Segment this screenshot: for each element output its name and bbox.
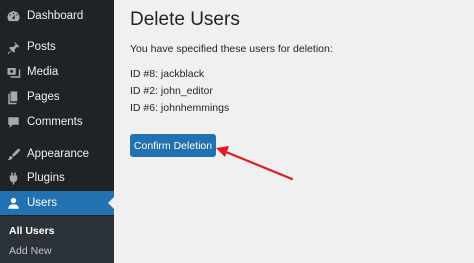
confirm-deletion-button[interactable]: Confirm Deletion [130,134,216,157]
sidebar-item-label: Appearance [27,148,90,160]
sidebar-item-label: Posts [27,41,56,53]
users-submenu: All Users Add New [0,216,114,263]
sidebar-item-appearance[interactable]: Appearance [0,142,114,166]
sidebar-item-label: Media [27,66,59,78]
sidebar-item-posts[interactable]: Posts [0,35,114,59]
comment-icon [2,111,24,133]
submenu-item-all-users[interactable]: All Users [9,225,55,237]
sidebar-item-users[interactable]: Users [0,191,114,215]
user-icon [2,192,24,214]
main-content: Delete Users You have specified these us… [114,0,474,263]
sidebar-item-dashboard[interactable]: Dashboard [0,4,114,28]
user-list-item: ID #8: jackblack [130,68,205,80]
admin-sidebar: Dashboard Posts Media Pages Comments App… [0,0,114,263]
sidebar-item-label: Dashboard [27,10,84,22]
sidebar-item-label: Comments [27,116,83,128]
dashboard-icon [2,5,24,27]
submenu-item-add-new[interactable]: Add New [9,245,52,257]
sidebar-item-plugins[interactable]: Plugins [0,166,114,190]
sidebar-item-label: Plugins [27,172,65,184]
user-list-item: ID #6: johnhemmings [130,102,230,114]
deletion-intro-text: You have specified these users for delet… [130,43,333,55]
sidebar-item-media[interactable]: Media [0,60,114,84]
sidebar-item-pages[interactable]: Pages [0,85,114,109]
media-icon [2,61,24,83]
page-title: Delete Users [130,9,240,30]
sidebar-item-comments[interactable]: Comments [0,110,114,134]
user-list-item: ID #2: john_editor [130,85,213,97]
sidebar-item-label: Users [27,197,58,209]
plugin-icon [2,167,24,189]
sidebar-item-label: Pages [27,91,60,103]
paintbrush-icon [2,143,24,165]
pin-icon [2,36,24,58]
pages-icon [2,86,24,108]
